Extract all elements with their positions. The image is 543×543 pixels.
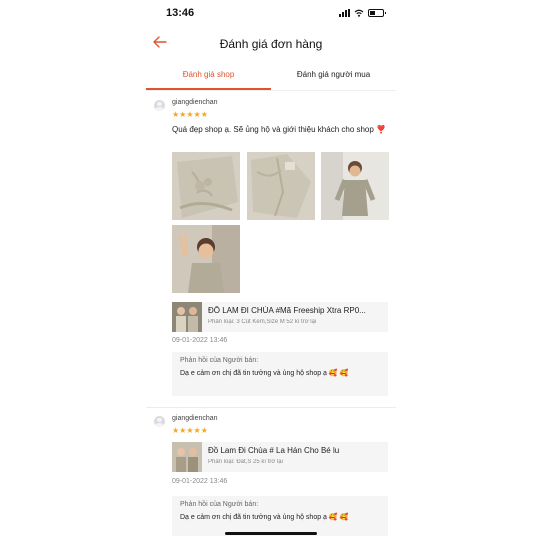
review-photo[interactable] — [247, 152, 315, 220]
product-thumbnail — [172, 302, 202, 332]
tab-buyer-review[interactable]: Đánh giá người mua — [271, 70, 396, 79]
review-photo[interactable] — [172, 152, 240, 220]
reviewer-username: giangdienchan — [172, 415, 218, 422]
seller-reply: Phản hồi của Người bán: Dạ e cảm ơn chị … — [172, 352, 388, 396]
review-card: giangdienchan ★★★★★ Đồ Lam Đi Chùa # La … — [146, 412, 396, 543]
status-bar: 13:46 — [146, 0, 396, 26]
reviewer-username: giangdienchan — [172, 99, 218, 106]
review-card: giangdienchan ★★★★★ Quá đẹp shop ạ. Sẽ ủ… — [146, 96, 396, 406]
wifi-icon — [354, 9, 364, 17]
review-photo[interactable] — [172, 225, 240, 293]
product-name: ĐỒ LAM ĐI CHÙA #Mã Freeship Xtra RP0... — [208, 306, 366, 315]
avatar[interactable] — [154, 100, 165, 111]
review-divider — [146, 407, 396, 408]
product-name: Đồ Lam Đi Chùa # La Hán Cho Bé lu — [208, 446, 340, 455]
seller-reply: Phản hồi của Người bán: Dạ e cảm ơn chị … — [172, 496, 388, 536]
product-variant: Phân loại: 3 Cút Kem,Size M 52 kí trở lạ… — [208, 319, 317, 325]
review-comment: Quá đẹp shop ạ. Sẽ ủng hộ và giới thiệu … — [172, 124, 387, 135]
phone-screen: 13:46 Đánh giá đơn hàng Đánh giá shop Đá… — [146, 0, 396, 543]
battery-icon — [368, 9, 386, 17]
product-link[interactable]: ĐỒ LAM ĐI CHÙA #Mã Freeship Xtra RP0... … — [172, 302, 388, 332]
review-comment-text: Quá đẹp shop ạ. Sẽ ủng hộ và giới thiệu … — [172, 125, 387, 134]
home-indicator — [225, 532, 317, 535]
page-title: Đánh giá đơn hàng — [219, 37, 323, 51]
product-thumbnail — [172, 442, 202, 472]
star-rating: ★★★★★ — [172, 110, 208, 119]
product-variant: Phân loại: Đất,S 25 kí trở lại — [208, 459, 283, 465]
product-link[interactable]: Đồ Lam Đi Chùa # La Hán Cho Bé lu Phân l… — [172, 442, 388, 472]
tab-bar: Đánh giá shop Đánh giá người mua — [146, 64, 396, 91]
review-date: 09-01-2022 13:46 — [172, 337, 228, 344]
review-date: 09-01-2022 13:46 — [172, 478, 228, 485]
signal-icon — [339, 9, 350, 17]
seller-reply-label: Phản hồi của Người bán: — [180, 501, 259, 508]
status-icons — [339, 9, 386, 17]
status-time: 13:46 — [166, 7, 195, 19]
tab-shop-review[interactable]: Đánh giá shop — [146, 70, 271, 79]
header: Đánh giá đơn hàng — [146, 30, 396, 58]
active-tab-indicator — [146, 88, 271, 90]
seller-reply-text: Dạ e cảm ơn chị đã tin tưởng và ủng hộ s… — [180, 514, 349, 521]
star-rating: ★★★★★ — [172, 426, 208, 435]
avatar[interactable] — [154, 416, 165, 427]
seller-reply-label: Phản hồi của Người bán: — [180, 357, 259, 364]
seller-reply-text: Dạ e cảm ơn chị đã tin tưởng và ủng hộ s… — [180, 370, 349, 377]
review-photo[interactable] — [321, 152, 389, 220]
